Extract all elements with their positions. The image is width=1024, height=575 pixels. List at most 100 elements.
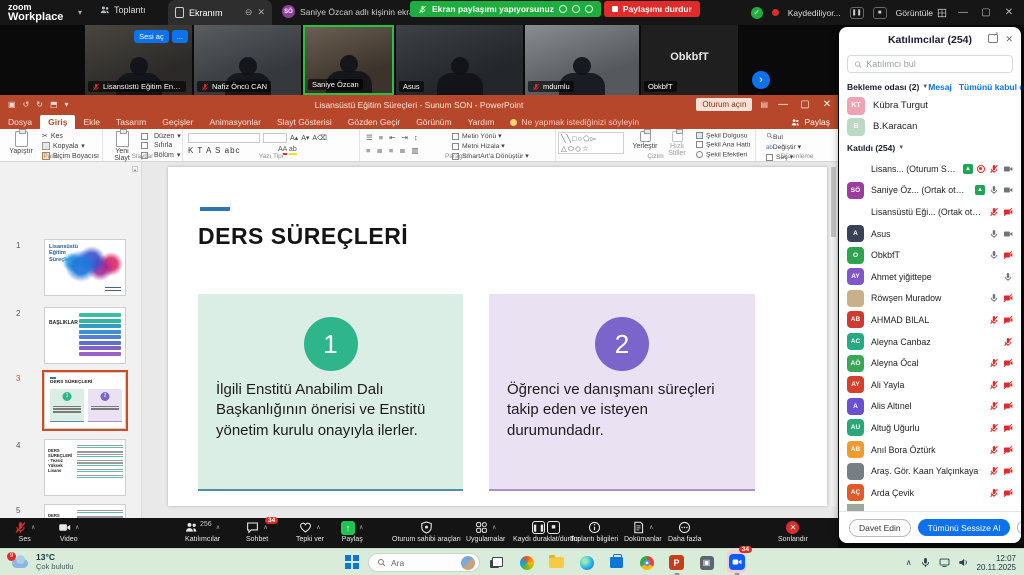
video-tile[interactable]: Sesi aç ... Lisansüstü Eğitim Enstitüsü [85,25,192,95]
video-tile[interactable]: Nafiz Öncü CAN [194,25,301,95]
close-icon[interactable]: ✕ [257,7,265,18]
text-direction-button[interactable]: Metin Yönü ▾ [452,132,529,140]
taskbar-clock[interactable]: 12:07 20.11.2025 [977,554,1016,572]
list-buttons[interactable]: ☰ ≡ ⇤ ⇥ ↕ [366,133,420,142]
meeting-info-button[interactable]: Toplantı bilgileri [570,520,618,543]
undo-icon[interactable]: ↺ [23,100,30,109]
waiting-row[interactable]: B B.Karacan [839,116,1021,137]
participant-row[interactable]: OObkbfT [839,244,1021,266]
next-page-arrow-button[interactable]: › [752,71,770,89]
tab-animations[interactable]: Animasyonlar [201,115,269,129]
capture-tool-button[interactable]: ▣ [697,553,716,572]
reset-button[interactable]: Sıfırla [141,142,181,149]
tab-shared-screen[interactable]: SÖ Saniye Özcan adlı kişinin ekranı [282,5,421,18]
scroll-up-icon[interactable]: ▲ [132,166,138,172]
tab-help[interactable]: Yardım [460,115,503,129]
slideshow-icon[interactable]: ⬒ [50,100,58,109]
font-name-box[interactable] [188,133,260,143]
mic-status-icon[interactable] [559,5,567,13]
participant-row[interactable]: ABAnıl Bora Öztürk [839,439,1021,461]
tab-slideshow[interactable]: Slayt Gösterisi [269,115,340,129]
ppt-close-button[interactable]: ✕ [820,99,834,110]
mute-all-button[interactable]: Tümünü Sessize Al [918,519,1011,536]
shape-outline-button[interactable]: Şekil Ana Hattı [696,141,751,148]
waiting-row[interactable]: KT Kübra Turgut [839,95,1021,116]
tab-view[interactable]: Görünüm [408,115,459,129]
participant-row[interactable]: ACAleyna Canbaz [839,331,1021,353]
shrink-font-icon[interactable]: A▾ [301,134,309,142]
tab-review[interactable]: Gözden Geçir [340,115,408,129]
font-color-buttons[interactable]: AA ab [278,146,297,153]
align-text-button[interactable]: Metni Hizala ▾ [452,142,529,150]
video-tile-no-video[interactable]: ObkbfT ObkbfT [641,25,738,95]
edge-button[interactable] [577,553,596,572]
participant-row[interactable]: AYAhmet yiğittepe [839,266,1021,288]
shapes-gallery[interactable]: ╲╲□○⬠▻ △⬭◇☆ [558,132,624,154]
popout-icon[interactable] [988,34,998,43]
zoom-app-button[interactable]: 34 [727,553,746,572]
participant-row[interactable]: SÖSaniye Öz... (Ortak oturum sahibi) ▲ [839,180,1021,202]
arrange-button[interactable]: Yerleştir [628,131,662,150]
more-button[interactable]: Daha fazla [668,520,701,543]
stop-recording-button[interactable]: ■ [873,7,887,19]
video-tile[interactable]: Asus [396,25,523,95]
tray-volume-icon[interactable] [958,557,969,568]
search-input[interactable] [866,59,1006,69]
tab-home[interactable]: Giriş [40,115,75,129]
end-meeting-button[interactable]: ✕ Sonlandır [778,520,808,543]
tab-file[interactable]: Dosya [0,115,40,129]
chevron-down-icon[interactable]: ▾ [78,8,82,17]
tab-my-screen[interactable]: Ekranım ⊖ ✕ [168,0,272,25]
find-button[interactable]: Bul [766,132,801,141]
maximize-button[interactable]: ▢ [979,7,993,18]
clear-format-icon[interactable]: A⌫ [312,134,327,142]
pause-share-icon[interactable] [572,5,580,13]
slide-thumbnail-1[interactable]: Lisansüstü Eğitim Süreçleri [44,239,126,296]
participant-row[interactable]: ABAHMAD BILAL [839,309,1021,331]
security-shield-icon[interactable]: ✓ [751,7,763,19]
view-button[interactable]: Görüntüle [896,8,947,18]
participant-search[interactable] [847,55,1013,73]
file-explorer-button[interactable] [547,553,566,572]
ppt-share-button[interactable]: Paylaş [791,117,830,127]
sign-in-button[interactable]: Oturum açın [696,98,752,111]
stop-share-button[interactable]: Paylaşımı durdur [604,1,700,17]
participant-row[interactable]: Lisansüstü Eği... (Ortak oturum sahibi) [839,201,1021,223]
invite-button[interactable]: Davet Edin [849,519,911,537]
share-screen-button[interactable]: ↑∧ Paylaş [341,520,363,543]
admit-all-link[interactable]: Tümünü kabul et [959,82,1021,92]
slide-box-2[interactable]: 2 Öğrenci ve danışmanı süreçleri takip e… [489,294,755,491]
save-icon[interactable]: ▣ [8,100,16,109]
shape-fill-button[interactable]: Şekil Dolgusu [696,132,751,139]
qat-customize-icon[interactable]: ▾ [65,100,69,109]
task-view-button[interactable] [487,553,506,572]
slide-box-1[interactable]: 1 İlgili Enstitü Anabilim Dalı Başkanlığ… [198,294,463,491]
joined-header[interactable]: Katıldı (254) [847,143,895,153]
slide-canvas[interactable]: DERS SÜREÇLERİ 1 İlgili Enstitü Anabilim… [168,167,827,506]
close-button[interactable]: ✕ [1002,7,1016,18]
copilot-button[interactable] [517,553,536,572]
participant-row[interactable]: AAlis Altınel [839,396,1021,418]
apps-button[interactable]: ∧ Uygulamalar [466,520,505,543]
video-button[interactable]: ∧ Video [58,520,79,543]
panel-more-button[interactable]: ⋯ [1017,521,1021,534]
participant-row[interactable]: AUAltuğ Uğurlu [839,417,1021,439]
pause-recording-button[interactable]: ❚❚ [850,7,864,19]
chrome-button[interactable] [637,553,656,572]
host-tools-button[interactable]: Oturum sahibi araçları [392,520,461,543]
participant-row[interactable]: AAsus [839,223,1021,245]
slide-thumbnail-2[interactable]: BAŞLIKLAR [44,307,126,364]
tab-design[interactable]: Tasarım [108,115,154,129]
start-button[interactable] [345,555,359,569]
annotate-icon[interactable] [585,5,593,13]
participant-row[interactable]: Araş. Gör. Kaan Yalçınkaya [839,460,1021,482]
documents-button[interactable]: ∧ Dokümanlar [624,520,662,543]
chat-button[interactable]: 34∧ Sohbet [246,520,268,543]
unmute-button[interactable]: Sesi aç [134,30,169,43]
replace-button[interactable]: abDeğiştir ▾ [766,143,801,151]
ribbon-options-icon[interactable]: ▤ [760,100,768,109]
minimize-button[interactable]: — [956,7,970,18]
video-tile[interactable]: mdumlu [525,25,639,95]
weather-widget[interactable]: 9 13°C Çok bulutlu [10,552,74,571]
tab-meeting[interactable]: Toplantı [100,5,146,15]
